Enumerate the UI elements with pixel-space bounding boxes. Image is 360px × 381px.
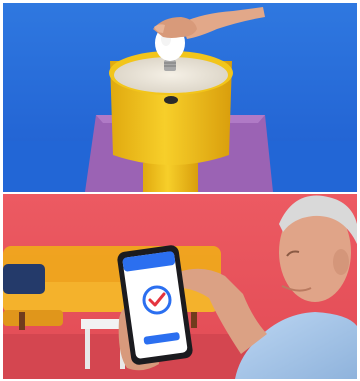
navy-cushion [3,264,45,294]
lamp-bulb-scene [3,3,357,192]
smartphone-app-photo [3,194,357,379]
photo-collage [0,0,360,381]
lamp-socket [164,96,178,104]
lamp-base [143,163,198,192]
smartphone-scene [3,194,357,379]
lamp-bulb-photo [3,3,357,192]
